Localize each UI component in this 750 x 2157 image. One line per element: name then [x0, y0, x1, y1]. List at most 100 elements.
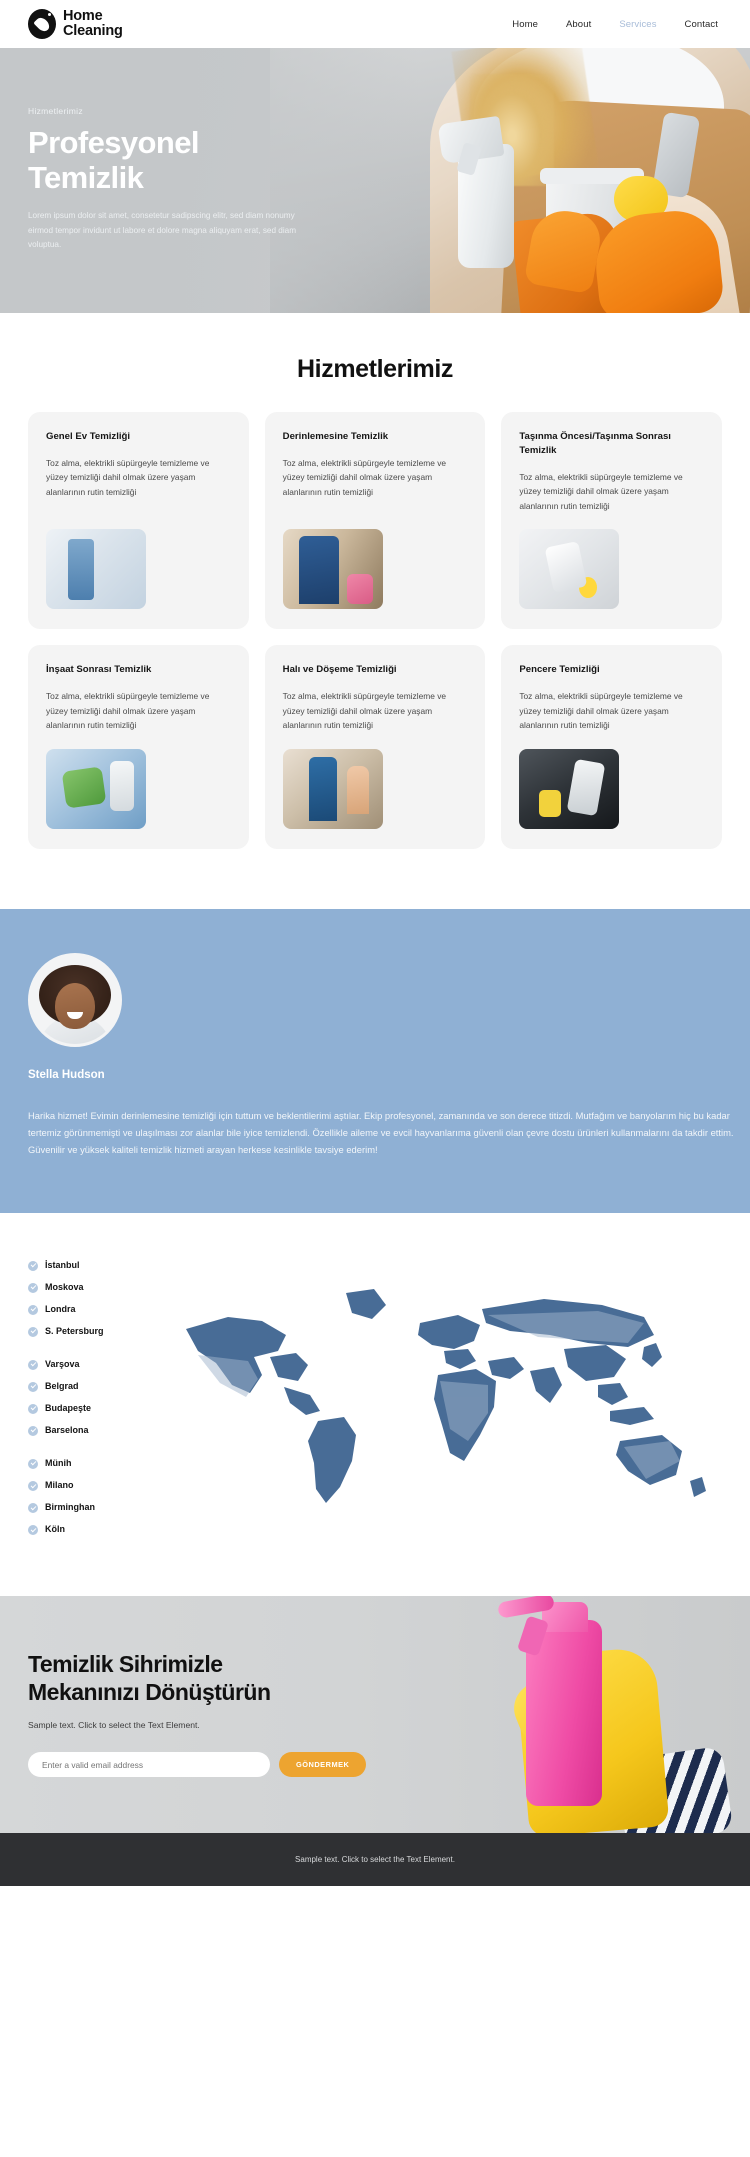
hero-title: Profesyonel Temizlik	[28, 125, 330, 195]
service-card-image	[46, 529, 146, 610]
brand-line-2: Cleaning	[63, 23, 123, 39]
services-title: Hizmetlerimiz	[297, 355, 453, 383]
list-item[interactable]: Birminghan	[28, 1501, 144, 1514]
city-label: Köln	[45, 1524, 65, 1535]
service-card-title: Derinlemesine Temizlik	[282, 431, 389, 442]
hero-eyebrow: Hizmetlerimiz	[28, 106, 83, 116]
service-card[interactable]: Derinlemesine Temizlik Toz alma, elektri…	[264, 412, 486, 630]
city-list: İstanbul Moskova Londra S. Petersburg Va…	[28, 1249, 144, 1557]
city-group: Varşova Belgrad Budapeşte Barselona	[28, 1358, 144, 1437]
world-map-graphic	[154, 1265, 722, 1535]
water-drop-logo-icon	[28, 9, 56, 39]
list-item[interactable]: Milano	[28, 1479, 144, 1492]
nav-item-about[interactable]: About	[566, 19, 591, 30]
check-icon	[28, 1326, 38, 1337]
footer-text: Sample text. Click to select the Text El…	[295, 1855, 455, 1865]
service-card-description: Toz alma, elektrikli süpürgeyle temizlem…	[282, 458, 447, 497]
list-item[interactable]: Budapeşte	[28, 1402, 144, 1415]
service-card-description: Toz alma, elektrikli süpürgeyle temizlem…	[46, 458, 210, 497]
check-icon	[28, 1503, 38, 1514]
check-icon	[28, 1260, 38, 1271]
list-item[interactable]: Münih	[28, 1457, 144, 1470]
cta-subtitle: Sample text. Click to select the Text El…	[28, 1720, 200, 1731]
submit-button[interactable]: GÖNDERMEK	[279, 1752, 367, 1778]
city-label: İstanbul	[45, 1259, 80, 1270]
cta-title-line-2: Mekanınızı Dönüştürün	[28, 1679, 271, 1706]
check-icon	[28, 1304, 38, 1315]
check-icon	[28, 1282, 38, 1293]
cta-title-line-1: Temizlik Sihrimizle	[28, 1651, 223, 1678]
brand-name: Home Cleaning	[63, 7, 123, 39]
city-group: Münih Milano Birminghan Köln	[28, 1457, 144, 1536]
check-icon	[28, 1525, 38, 1536]
main-navigation: Home About Services Contact	[512, 19, 722, 30]
service-card[interactable]: Taşınma Öncesi/Taşınma Sonrası Temizlik …	[501, 412, 723, 630]
service-card[interactable]: İnşaat Sonrası Temizlik Toz alma, elektr…	[28, 645, 249, 849]
landing-page: Home Cleaning Home About Services Contac…	[0, 0, 750, 1887]
service-card-image	[282, 529, 383, 610]
service-card[interactable]: Pencere Temizliği Toz alma, elektrikli s…	[501, 645, 723, 849]
service-card-title: Genel Ev Temizliği	[46, 431, 131, 442]
nav-item-services[interactable]: Services	[619, 19, 656, 30]
service-card-title: Halı ve Döşeme Temizliği	[282, 664, 397, 676]
city-label: Barselona	[45, 1425, 89, 1436]
nav-item-contact[interactable]: Contact	[685, 19, 718, 30]
service-card-image	[46, 748, 146, 829]
testimonial-author-name: Stella Hudson	[28, 1068, 105, 1081]
city-label: Varşova	[45, 1358, 80, 1369]
cta-section: Temizlik Sihrimizle Mekanınızı Dönüştürü…	[0, 1596, 750, 1834]
city-label: Milano	[45, 1480, 74, 1491]
service-card-image	[282, 748, 383, 829]
nav-item-home[interactable]: Home	[512, 19, 538, 30]
list-item[interactable]: Londra	[28, 1303, 144, 1316]
check-icon	[28, 1459, 38, 1470]
check-icon	[28, 1426, 38, 1437]
site-header: Home Cleaning Home About Services Contac…	[0, 0, 750, 48]
city-label: Birminghan	[45, 1502, 96, 1513]
check-icon	[28, 1359, 38, 1370]
check-icon	[28, 1381, 38, 1392]
check-icon	[28, 1403, 38, 1414]
services-row-1: Genel Ev Temizliği Toz alma, elektrikli …	[0, 412, 750, 630]
services-section: Hizmetlerimiz Genel Ev Temizliği Toz alm…	[0, 313, 750, 909]
city-group: İstanbul Moskova Londra S. Petersburg	[28, 1259, 144, 1338]
list-item[interactable]: Barselona	[28, 1424, 144, 1437]
service-card-description: Toz alma, elektrikli süpürgeyle temizlem…	[282, 691, 447, 731]
hero-description: Lorem ipsum dolor sit amet, consetetur s…	[28, 211, 297, 249]
newsletter-form: GÖNDERMEK	[28, 1752, 448, 1778]
city-label: Belgrad	[45, 1380, 79, 1391]
city-label: Budapeşte	[45, 1402, 92, 1413]
service-card-description: Toz alma, elektrikli süpürgeyle temizlem…	[519, 691, 683, 731]
world-map-svg	[186, 1288, 706, 1503]
service-card-description: Toz alma, elektrikli süpürgeyle temizlem…	[519, 471, 683, 511]
list-item[interactable]: İstanbul	[28, 1259, 144, 1272]
avatar	[28, 952, 122, 1047]
service-card-image	[519, 748, 620, 829]
brand-logo[interactable]: Home Cleaning	[28, 7, 123, 39]
list-item[interactable]: Moskova	[28, 1281, 144, 1294]
locations-section: İstanbul Moskova Londra S. Petersburg Va…	[0, 1212, 750, 1597]
site-footer: Sample text. Click to select the Text El…	[0, 1833, 750, 1887]
service-card[interactable]: Genel Ev Temizliği Toz alma, elektrikli …	[28, 412, 249, 630]
list-item[interactable]: Varşova	[28, 1358, 144, 1371]
brand-line-1: Home	[63, 7, 103, 24]
service-card-title: İnşaat Sonrası Temizlik	[46, 664, 152, 676]
check-icon	[28, 1481, 38, 1492]
email-field[interactable]	[28, 1752, 270, 1778]
testimonial-section: Stella Hudson Harika hizmet! Evimin deri…	[0, 908, 750, 1213]
service-card-description: Toz alma, elektrikli süpürgeyle temizlem…	[46, 691, 210, 731]
service-card-title: Taşınma Öncesi/Taşınma Sonrası Temizlik	[519, 431, 671, 456]
list-item[interactable]: Belgrad	[28, 1380, 144, 1393]
hero-section: Hizmetlerimiz Profesyonel Temizlik Lorem…	[0, 48, 750, 313]
service-card[interactable]: Halı ve Döşeme Temizliği Toz alma, elekt…	[264, 645, 486, 849]
city-label: Londra	[45, 1303, 76, 1314]
city-label: Münih	[45, 1458, 72, 1469]
city-label: S. Petersburg	[45, 1325, 104, 1336]
cta-title: Temizlik Sihrimizle Mekanınızı Dönüştürü…	[28, 1650, 448, 1706]
services-row-2: İnşaat Sonrası Temizlik Toz alma, elektr…	[0, 645, 750, 849]
service-card-image	[519, 529, 620, 610]
list-item[interactable]: Köln	[28, 1523, 144, 1536]
city-label: Moskova	[45, 1281, 84, 1292]
list-item[interactable]: S. Petersburg	[28, 1325, 144, 1338]
hero-title-line-1: Profesyonel	[28, 125, 199, 160]
